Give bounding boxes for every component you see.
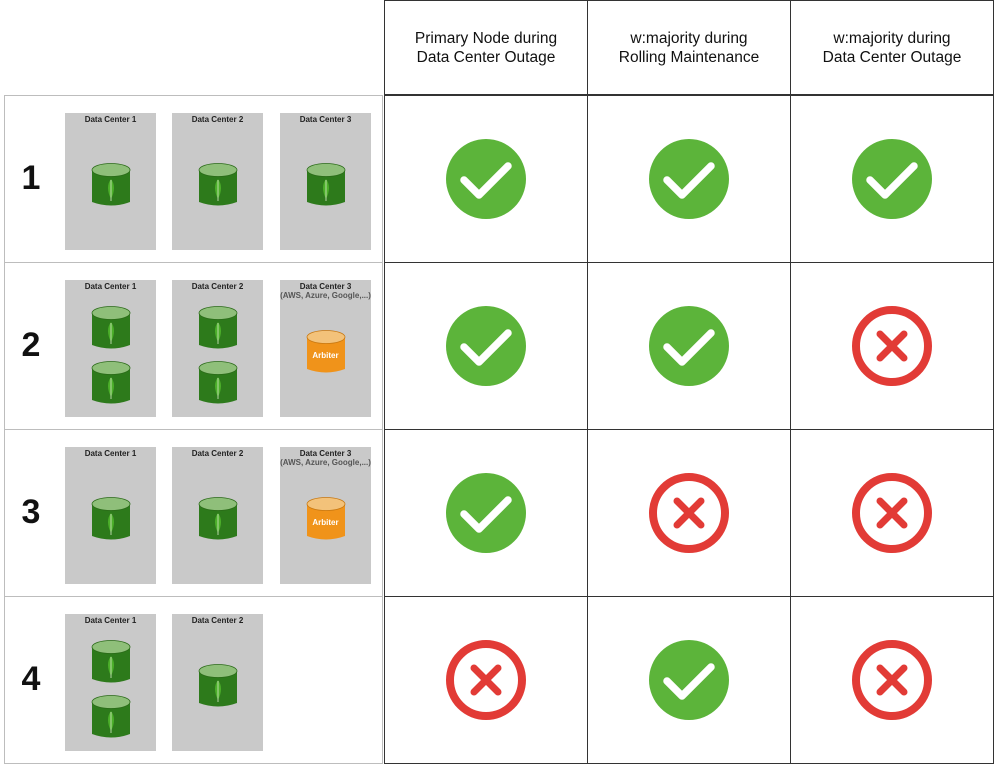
arbiter-label: Arbiter xyxy=(312,518,339,527)
result-cell xyxy=(790,95,994,263)
result-cell xyxy=(790,429,994,597)
data-center-provider: (AWS, Azure, Google,...) xyxy=(280,458,371,467)
check-icon xyxy=(649,306,729,386)
data-center-label: Data Center 1 xyxy=(65,115,156,124)
check-icon xyxy=(446,139,526,219)
row-number: 4 xyxy=(21,660,41,698)
data-center-name: Data Center 1 xyxy=(84,282,137,291)
row-number: 3 xyxy=(21,493,41,531)
data-center-name: Data Center 3 xyxy=(299,282,352,291)
mongodb-node-icon xyxy=(198,497,237,540)
mongodb-node-icon xyxy=(91,695,130,738)
mongodb-node-icon xyxy=(198,306,237,349)
data-center-name: Data Center 2 xyxy=(191,282,244,291)
data-center-name: Data Center 1 xyxy=(84,616,137,625)
data-center-label: Data Center 2 xyxy=(172,282,263,291)
result-cell xyxy=(790,596,994,764)
row-number: 1 xyxy=(21,159,41,197)
data-center-panel: Data Center 3 xyxy=(280,113,371,250)
data-center-name: Data Center 2 xyxy=(191,449,244,458)
result-cell xyxy=(587,95,791,263)
check-icon xyxy=(446,473,526,553)
arbiter-node-icon: Arbiter xyxy=(306,497,346,543)
data-center-panel: Data Center 2 xyxy=(172,447,263,584)
mongodb-node-icon xyxy=(91,306,130,349)
data-center-name: Data Center 2 xyxy=(191,616,244,625)
data-center-name: Data Center 1 xyxy=(84,449,137,458)
data-center-label: Data Center 3 (AWS, Azure, Google,...) xyxy=(280,282,371,300)
cross-icon xyxy=(852,473,932,553)
data-center-label: Data Center 2 xyxy=(172,449,263,458)
mongodb-node-icon xyxy=(198,163,237,206)
data-center-name: Data Center 3 xyxy=(299,449,352,458)
result-cell xyxy=(384,262,588,430)
data-center-panel: Data Center 1 xyxy=(65,447,156,584)
data-center-panel: Data Center 2 xyxy=(172,614,263,751)
cross-icon xyxy=(852,306,932,386)
mongodb-node-icon xyxy=(198,361,237,404)
data-center-panel: Data Center 1 xyxy=(65,113,156,250)
column-header-2: w:majority during Rolling Maintenance xyxy=(587,0,791,95)
data-center-name: Data Center 2 xyxy=(191,115,244,124)
data-center-panel: Data Center 2 xyxy=(172,280,263,417)
data-center-provider: (AWS, Azure, Google,...) xyxy=(280,291,371,300)
result-cell xyxy=(587,262,791,430)
data-center-label: Data Center 1 xyxy=(65,616,156,625)
mongodb-node-icon xyxy=(91,163,130,206)
data-center-label: Data Center 1 xyxy=(65,282,156,291)
cross-icon xyxy=(446,640,526,720)
result-cell xyxy=(790,262,994,430)
cross-icon xyxy=(649,473,729,553)
data-center-panel: Data Center 3 (AWS, Azure, Google,...) Arb… xyxy=(280,280,371,417)
mongodb-node-icon xyxy=(91,361,130,404)
column-header-3: w:majority during Data Center Outage xyxy=(790,0,994,95)
mongodb-node-icon xyxy=(91,640,130,683)
data-center-panel: Data Center 2 xyxy=(172,113,263,250)
check-icon xyxy=(649,640,729,720)
data-center-label: Data Center 3 xyxy=(280,115,371,124)
arbiter-node-icon: Arbiter xyxy=(306,330,346,376)
result-cell xyxy=(384,596,588,764)
check-icon xyxy=(446,306,526,386)
row-number: 2 xyxy=(21,326,41,364)
result-cell xyxy=(384,429,588,597)
data-center-name: Data Center 1 xyxy=(84,115,137,124)
data-center-label: Data Center 2 xyxy=(172,616,263,625)
data-center-panel: Data Center 3 (AWS, Azure, Google,...) Arb… xyxy=(280,447,371,584)
data-center-panel: Data Center 1 xyxy=(65,614,156,751)
mongodb-node-icon xyxy=(91,497,130,540)
data-center-panel: Data Center 1 xyxy=(65,280,156,417)
mongodb-node-icon xyxy=(306,163,345,206)
cross-icon xyxy=(852,640,932,720)
result-cell xyxy=(587,429,791,597)
result-cell xyxy=(587,596,791,764)
mongodb-node-icon xyxy=(198,664,237,707)
result-cell xyxy=(384,95,588,263)
arbiter-label: Arbiter xyxy=(312,351,339,360)
data-center-label: Data Center 2 xyxy=(172,115,263,124)
data-center-label: Data Center 3 (AWS, Azure, Google,...) xyxy=(280,449,371,467)
check-icon xyxy=(649,139,729,219)
column-header-1: Primary Node during Data Center Outage xyxy=(384,0,588,95)
check-icon xyxy=(852,139,932,219)
data-center-label: Data Center 1 xyxy=(65,449,156,458)
data-center-name: Data Center 3 xyxy=(299,115,352,124)
